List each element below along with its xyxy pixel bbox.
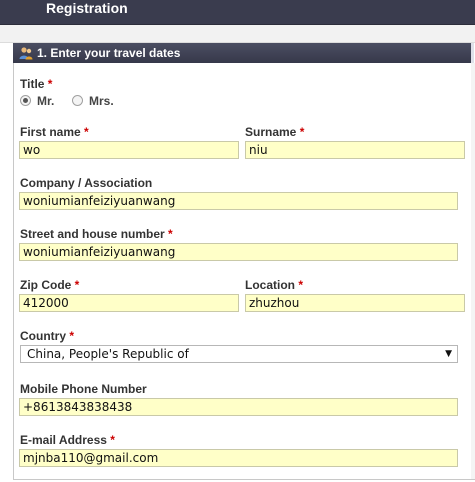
page-title: Registration bbox=[46, 0, 128, 16]
title-label: Title * bbox=[20, 77, 52, 91]
company-label: Company / Association bbox=[20, 176, 152, 190]
company-field[interactable]: woniumianfeiziyuanwang bbox=[19, 192, 458, 210]
required-marker: * bbox=[110, 433, 115, 447]
email-label: E-mail Address * bbox=[20, 433, 115, 447]
surname-label-text: Surname bbox=[245, 125, 297, 139]
triangle-down-icon[interactable]: ▼ bbox=[445, 346, 452, 362]
radio-mrs-label: Mrs. bbox=[89, 94, 114, 108]
country-label: Country * bbox=[20, 329, 74, 343]
mobile-field[interactable]: +8613843838438 bbox=[19, 398, 458, 416]
first-name-label: First name * bbox=[20, 125, 89, 139]
required-marker: * bbox=[299, 125, 305, 139]
first-name-label-text: First name bbox=[20, 125, 81, 139]
title-label-text: Title bbox=[20, 77, 45, 91]
required-marker: * bbox=[47, 77, 53, 91]
surname-field[interactable]: niu bbox=[245, 141, 465, 159]
zip-label-text: Zip Code bbox=[20, 278, 72, 292]
country-select-value: China, People's Republic of bbox=[27, 347, 189, 361]
country-label-text: Country bbox=[20, 329, 66, 343]
zip-label: Zip Code * bbox=[20, 278, 79, 292]
location-label-text: Location bbox=[245, 278, 295, 292]
street-label-text: Street and house number bbox=[20, 227, 165, 241]
street-label: Street and house number * bbox=[20, 227, 173, 241]
radio-mrs[interactable] bbox=[72, 95, 83, 106]
first-name-field[interactable]: wo bbox=[19, 141, 239, 159]
radio-mr-label: Mr. bbox=[37, 94, 55, 108]
required-marker: * bbox=[298, 278, 304, 292]
required-marker: * bbox=[168, 227, 173, 241]
radio-mr[interactable] bbox=[20, 95, 31, 106]
mobile-label: Mobile Phone Number bbox=[20, 382, 147, 396]
email-label-text: E-mail Address bbox=[20, 433, 107, 447]
street-field[interactable]: woniumianfeiziyuanwang bbox=[19, 243, 458, 261]
mobile-label-text: Mobile Phone Number bbox=[20, 382, 147, 396]
location-label: Location * bbox=[245, 278, 303, 292]
email-field[interactable]: mjnba110@gmail.com bbox=[19, 449, 458, 467]
header-gap bbox=[0, 25, 475, 43]
top-header-bar: Registration bbox=[0, 0, 475, 25]
required-marker: * bbox=[84, 125, 89, 139]
country-select[interactable]: China, People's Republic of ▼ bbox=[20, 345, 458, 363]
zip-field[interactable]: 412000 bbox=[19, 294, 239, 312]
required-marker: * bbox=[74, 278, 80, 292]
users-icon bbox=[19, 47, 33, 60]
section-title: 1. Enter your travel dates bbox=[37, 46, 181, 60]
panel-right-edge bbox=[471, 63, 475, 479]
surname-label: Surname * bbox=[245, 125, 304, 139]
section-header: 1. Enter your travel dates bbox=[13, 43, 474, 63]
company-label-text: Company / Association bbox=[20, 176, 153, 190]
required-marker: * bbox=[69, 329, 75, 343]
location-field[interactable]: zhuzhou bbox=[245, 294, 465, 312]
